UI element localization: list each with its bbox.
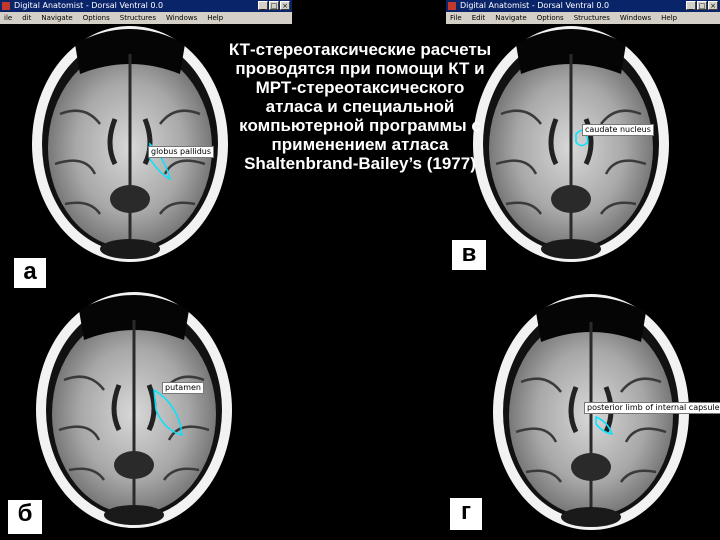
menu-windows[interactable]: Windows (620, 12, 651, 24)
structure-label[interactable]: posterior limb of internal capsule (584, 402, 720, 414)
bottom-right-panel: posterior limb of internal capsule (466, 292, 720, 536)
menu-help[interactable]: Help (661, 12, 677, 24)
structure-label[interactable]: caudate nucleus (582, 124, 654, 136)
menu-edit[interactable]: dit (22, 12, 31, 24)
menu-windows[interactable]: Windows (166, 12, 197, 24)
top-right-menu-bar: File Edit Navigate Options Structures Wi… (446, 12, 720, 24)
menu-help[interactable]: Help (207, 12, 223, 24)
minimize-icon[interactable]: _ (686, 1, 696, 10)
menu-structures[interactable]: Structures (574, 12, 610, 24)
close-icon[interactable]: × (280, 1, 290, 10)
structure-label[interactable]: globus pallidus (148, 146, 215, 158)
top-left-menu-bar: ile dit Navigate Options Structures Wind… (0, 12, 292, 24)
menu-edit[interactable]: Edit (472, 12, 486, 24)
brain-scan-image[interactable] (466, 292, 720, 536)
bottom-left-panel: putamen (14, 290, 264, 534)
app-icon (2, 2, 10, 10)
maximize-icon[interactable]: □ (697, 1, 707, 10)
menu-file[interactable]: File (450, 12, 462, 24)
minimize-icon[interactable]: _ (258, 1, 268, 10)
brain-scan-image[interactable] (14, 290, 264, 534)
close-icon[interactable]: × (708, 1, 718, 10)
window-controls: _ □ × (258, 1, 290, 10)
structure-label[interactable]: putamen (162, 382, 204, 394)
menu-navigate[interactable]: Navigate (41, 12, 72, 24)
window-title: Digital Anatomist - Dorsal Ventral 0.0 (14, 1, 164, 10)
app-icon (448, 2, 456, 10)
window-title: Digital Anatomist - Dorsal Ventral 0.0 (460, 1, 610, 10)
menu-file[interactable]: ile (4, 12, 12, 24)
window-controls: _ □ × (686, 1, 718, 10)
slide-caption: КТ-стереотаксические расчеты проводятся … (228, 40, 492, 173)
menu-navigate[interactable]: Navigate (495, 12, 526, 24)
panel-letter-g: г (450, 498, 482, 530)
top-right-title-bar[interactable]: Digital Anatomist - Dorsal Ventral 0.0 _… (446, 0, 720, 12)
maximize-icon[interactable]: □ (269, 1, 279, 10)
menu-options[interactable]: Options (83, 12, 110, 24)
panel-letter-v: в (452, 240, 486, 270)
menu-options[interactable]: Options (537, 12, 564, 24)
panel-letter-a: а (14, 258, 46, 288)
top-left-title-bar[interactable]: Digital Anatomist - Dorsal Ventral 0.0 _… (0, 0, 292, 12)
panel-letter-b: б (8, 500, 42, 534)
menu-structures[interactable]: Structures (120, 12, 156, 24)
